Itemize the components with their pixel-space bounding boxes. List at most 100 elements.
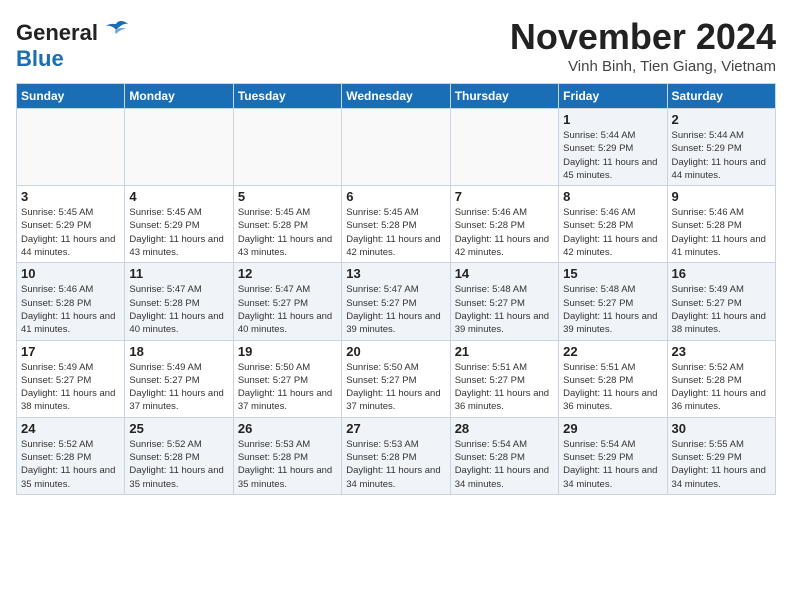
month-title: November 2024: [510, 16, 776, 58]
page-header: General Blue November 2024 Vinh Binh, Ti…: [16, 16, 776, 75]
day-number: 7: [455, 189, 554, 204]
day-number: 13: [346, 266, 445, 281]
calendar-week-row: 17 Sunrise: 5:49 AM Sunset: 5:27 PM Dayli…: [17, 340, 776, 417]
day-detail: Sunrise: 5:45 AM Sunset: 5:28 PM Dayligh…: [238, 206, 337, 259]
calendar-cell: 13 Sunrise: 5:47 AM Sunset: 5:27 PM Dayli…: [342, 263, 450, 340]
column-header-monday: Monday: [125, 84, 233, 109]
calendar-cell: 2 Sunrise: 5:44 AM Sunset: 5:29 PM Daylig…: [667, 109, 775, 186]
day-number: 8: [563, 189, 662, 204]
calendar-cell: 23Sunrise: 5:52 AM Sunset: 5:28 PM Dayli…: [667, 340, 775, 417]
calendar-cell: 25 Sunrise: 5:52 AM Sunset: 5:28 PM Dayli…: [125, 417, 233, 494]
day-detail: Sunrise: 5:47 AM Sunset: 5:27 PM Dayligh…: [346, 283, 445, 336]
calendar-cell: [125, 109, 233, 186]
day-detail: Sunrise: 5:54 AM Sunset: 5:29 PM Dayligh…: [563, 438, 662, 491]
day-number: 11: [129, 266, 228, 281]
calendar-cell: 16 Sunrise: 5:49 AM Sunset: 5:27 PM Dayli…: [667, 263, 775, 340]
day-detail: Sunrise: 5:49 AM Sunset: 5:27 PM Dayligh…: [21, 361, 120, 414]
day-detail: Sunrise: 5:44 AM Sunset: 5:29 PM Dayligh…: [563, 129, 662, 182]
calendar-cell: 6Sunrise: 5:45 AM Sunset: 5:28 PM Daylig…: [342, 186, 450, 263]
calendar-cell: 28 Sunrise: 5:54 AM Sunset: 5:28 PM Dayli…: [450, 417, 558, 494]
title-area: November 2024 Vinh Binh, Tien Giang, Vie…: [510, 16, 776, 75]
day-detail: Sunrise: 5:44 AM Sunset: 5:29 PM Dayligh…: [672, 129, 771, 182]
calendar-cell: 8 Sunrise: 5:46 AM Sunset: 5:28 PM Daylig…: [559, 186, 667, 263]
day-number: 10: [21, 266, 120, 281]
day-detail: Sunrise: 5:55 AM Sunset: 5:29 PM Dayligh…: [672, 438, 771, 491]
calendar-cell: 18 Sunrise: 5:49 AM Sunset: 5:27 PM Dayli…: [125, 340, 233, 417]
day-number: 16: [672, 266, 771, 281]
day-number: 30: [672, 421, 771, 436]
day-detail: Sunrise: 5:52 AM Sunset: 5:28 PM Dayligh…: [21, 438, 120, 491]
calendar-cell: 11 Sunrise: 5:47 AM Sunset: 5:28 PM Dayli…: [125, 263, 233, 340]
logo: General Blue: [16, 20, 130, 72]
calendar-cell: 3 Sunrise: 5:45 AM Sunset: 5:29 PM Daylig…: [17, 186, 125, 263]
day-number: 12: [238, 266, 337, 281]
day-number: 17: [21, 344, 120, 359]
calendar-cell: 9Sunrise: 5:46 AM Sunset: 5:28 PM Daylig…: [667, 186, 775, 263]
day-number: 18: [129, 344, 228, 359]
column-header-tuesday: Tuesday: [233, 84, 341, 109]
calendar-week-row: 24 Sunrise: 5:52 AM Sunset: 5:28 PM Dayli…: [17, 417, 776, 494]
column-header-sunday: Sunday: [17, 84, 125, 109]
day-number: 1: [563, 112, 662, 127]
day-number: 15: [563, 266, 662, 281]
day-number: 25: [129, 421, 228, 436]
day-number: 2: [672, 112, 771, 127]
calendar-week-row: 1 Sunrise: 5:44 AM Sunset: 5:29 PM Daylig…: [17, 109, 776, 186]
day-number: 3: [21, 189, 120, 204]
day-detail: Sunrise: 5:45 AM Sunset: 5:29 PM Dayligh…: [21, 206, 120, 259]
day-detail: Sunrise: 5:46 AM Sunset: 5:28 PM Dayligh…: [563, 206, 662, 259]
calendar-header-row: SundayMondayTuesdayWednesdayThursdayFrid…: [17, 84, 776, 109]
calendar-cell: 10 Sunrise: 5:46 AM Sunset: 5:28 PM Dayli…: [17, 263, 125, 340]
day-detail: Sunrise: 5:48 AM Sunset: 5:27 PM Dayligh…: [563, 283, 662, 336]
calendar-cell: 27 Sunrise: 5:53 AM Sunset: 5:28 PM Dayli…: [342, 417, 450, 494]
day-detail: Sunrise: 5:46 AM Sunset: 5:28 PM Dayligh…: [21, 283, 120, 336]
day-number: 14: [455, 266, 554, 281]
location-subtitle: Vinh Binh, Tien Giang, Vietnam: [510, 58, 776, 75]
logo-general-text: General: [16, 20, 98, 46]
day-detail: Sunrise: 5:51 AM Sunset: 5:27 PM Dayligh…: [455, 361, 554, 414]
day-number: 5: [238, 189, 337, 204]
calendar-cell: 12 Sunrise: 5:47 AM Sunset: 5:27 PM Dayli…: [233, 263, 341, 340]
calendar-week-row: 10 Sunrise: 5:46 AM Sunset: 5:28 PM Dayli…: [17, 263, 776, 340]
day-number: 28: [455, 421, 554, 436]
column-header-thursday: Thursday: [450, 84, 558, 109]
column-header-friday: Friday: [559, 84, 667, 109]
day-number: 9: [672, 189, 771, 204]
day-number: 20: [346, 344, 445, 359]
day-detail: Sunrise: 5:54 AM Sunset: 5:28 PM Dayligh…: [455, 438, 554, 491]
day-number: 19: [238, 344, 337, 359]
calendar-cell: [233, 109, 341, 186]
day-number: 21: [455, 344, 554, 359]
calendar-cell: 21 Sunrise: 5:51 AM Sunset: 5:27 PM Dayli…: [450, 340, 558, 417]
day-number: 22: [563, 344, 662, 359]
day-detail: Sunrise: 5:50 AM Sunset: 5:27 PM Dayligh…: [238, 361, 337, 414]
day-detail: Sunrise: 5:45 AM Sunset: 5:28 PM Dayligh…: [346, 206, 445, 259]
calendar-cell: 19 Sunrise: 5:50 AM Sunset: 5:27 PM Dayli…: [233, 340, 341, 417]
calendar-cell: 20Sunrise: 5:50 AM Sunset: 5:27 PM Dayli…: [342, 340, 450, 417]
day-detail: Sunrise: 5:47 AM Sunset: 5:28 PM Dayligh…: [129, 283, 228, 336]
column-header-wednesday: Wednesday: [342, 84, 450, 109]
logo-blue-text: Blue: [16, 46, 64, 72]
day-detail: Sunrise: 5:47 AM Sunset: 5:27 PM Dayligh…: [238, 283, 337, 336]
calendar-cell: [342, 109, 450, 186]
day-number: 24: [21, 421, 120, 436]
day-detail: Sunrise: 5:45 AM Sunset: 5:29 PM Dayligh…: [129, 206, 228, 259]
day-detail: Sunrise: 5:49 AM Sunset: 5:27 PM Dayligh…: [129, 361, 228, 414]
day-detail: Sunrise: 5:51 AM Sunset: 5:28 PM Dayligh…: [563, 361, 662, 414]
calendar-cell: [450, 109, 558, 186]
calendar-cell: [17, 109, 125, 186]
day-detail: Sunrise: 5:49 AM Sunset: 5:27 PM Dayligh…: [672, 283, 771, 336]
day-detail: Sunrise: 5:52 AM Sunset: 5:28 PM Dayligh…: [672, 361, 771, 414]
day-number: 27: [346, 421, 445, 436]
day-detail: Sunrise: 5:53 AM Sunset: 5:28 PM Dayligh…: [346, 438, 445, 491]
calendar-cell: 15 Sunrise: 5:48 AM Sunset: 5:27 PM Dayli…: [559, 263, 667, 340]
day-number: 29: [563, 421, 662, 436]
day-number: 4: [129, 189, 228, 204]
column-header-saturday: Saturday: [667, 84, 775, 109]
calendar-cell: 14Sunrise: 5:48 AM Sunset: 5:27 PM Dayli…: [450, 263, 558, 340]
calendar-cell: 17 Sunrise: 5:49 AM Sunset: 5:27 PM Dayli…: [17, 340, 125, 417]
day-detail: Sunrise: 5:52 AM Sunset: 5:28 PM Dayligh…: [129, 438, 228, 491]
calendar-table: SundayMondayTuesdayWednesdayThursdayFrid…: [16, 83, 776, 495]
day-detail: Sunrise: 5:53 AM Sunset: 5:28 PM Dayligh…: [238, 438, 337, 491]
calendar-cell: 5 Sunrise: 5:45 AM Sunset: 5:28 PM Daylig…: [233, 186, 341, 263]
